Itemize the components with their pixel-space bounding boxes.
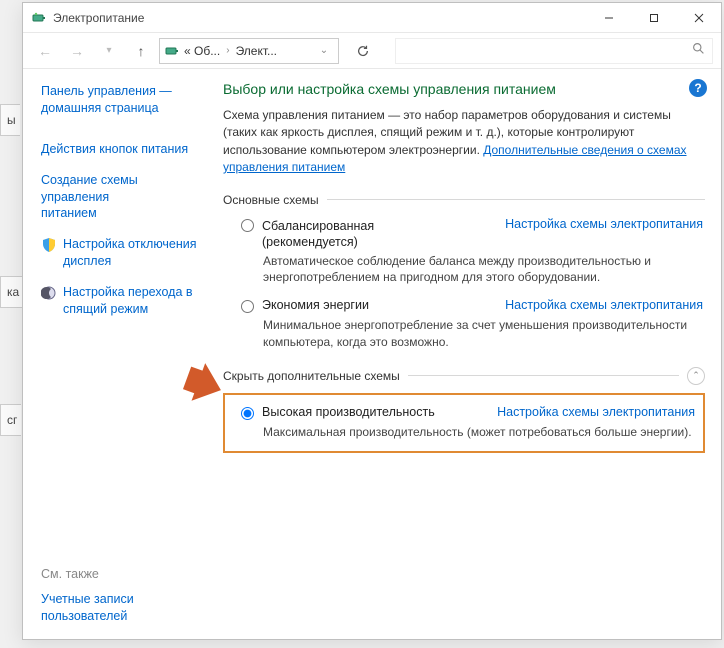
- plan-saver: Экономия энергии Настройка схемы электро…: [223, 296, 705, 361]
- bg-fragment: ы: [0, 104, 20, 136]
- breadcrumb-seg[interactable]: Элект...: [236, 44, 277, 58]
- breadcrumb-seg[interactable]: « Об...: [184, 44, 220, 58]
- divider: [327, 199, 705, 200]
- refresh-button[interactable]: [349, 38, 377, 64]
- collapse-button[interactable]: ⌃: [687, 367, 705, 385]
- section-main-plans: Основные схемы: [223, 193, 705, 207]
- see-also-heading: См. также: [41, 567, 207, 581]
- sidebar-link-text: Настройка отключения: [63, 237, 197, 251]
- close-button[interactable]: [676, 3, 721, 33]
- plan-recommended: (рекомендуется): [262, 235, 374, 249]
- control-panel-window: Электропитание ← → ▾ ↑ « Об... › Элект..…: [22, 2, 722, 640]
- sidebar-link-text: спящий режим: [63, 302, 148, 316]
- sidebar-link-text: Учетные записи: [41, 592, 134, 606]
- sidebar-link-text: дисплея: [63, 254, 111, 268]
- plan-balanced: Сбалансированная (рекомендуется) Настрой…: [223, 215, 705, 297]
- plan-name: Сбалансированная: [262, 219, 374, 233]
- navigation-bar: ← → ▾ ↑ « Об... › Элект... ⌄: [23, 33, 721, 69]
- sidebar-link-text: пользователей: [41, 609, 127, 623]
- sidebar-link-text: Настройка перехода в: [63, 285, 193, 299]
- bg-fragment: ка: [0, 276, 23, 308]
- power-options-icon: [31, 10, 47, 26]
- sidebar-link-buttons[interactable]: Действия кнопок питания: [41, 141, 207, 158]
- plan-desc: Автоматическое соблюдение баланса между …: [263, 253, 703, 287]
- sidebar-link-text: Действия кнопок питания: [41, 142, 188, 156]
- moon-icon: [41, 285, 57, 301]
- section-extra-plans[interactable]: Скрыть дополнительные схемы ⌃: [223, 367, 705, 385]
- sidebar: Панель управления — домашняя страница Де…: [23, 69, 219, 639]
- intro-text: Схема управления питанием — это набор па…: [223, 107, 705, 177]
- sidebar-link-text: питанием: [41, 206, 97, 220]
- minimize-button[interactable]: [586, 3, 631, 33]
- highlighted-plan-box: Высокая производительность Настройка схе…: [223, 393, 705, 453]
- window-title: Электропитание: [53, 11, 586, 25]
- recent-dropdown[interactable]: ▾: [95, 37, 123, 65]
- sidebar-link-text: Панель управления —: [41, 84, 172, 98]
- plan-name: Экономия энергии: [262, 298, 369, 312]
- plan-desc: Максимальная производительность (может п…: [263, 424, 695, 441]
- sidebar-link-text: домашняя страница: [41, 101, 159, 115]
- plan-radio-performance[interactable]: [241, 407, 254, 420]
- search-box[interactable]: [395, 38, 713, 64]
- search-input[interactable]: [402, 44, 690, 58]
- plan-settings-link[interactable]: Настройка схемы электропитания: [497, 405, 695, 419]
- section-label: Скрыть дополнительные схемы: [223, 369, 400, 383]
- plan-radio-saver[interactable]: [241, 300, 254, 313]
- sidebar-link-sleep[interactable]: Настройка перехода в спящий режим: [41, 284, 207, 318]
- sidebar-home[interactable]: Панель управления — домашняя страница: [41, 83, 207, 117]
- section-label: Основные схемы: [223, 193, 319, 207]
- plan-radio-balanced[interactable]: [241, 219, 254, 232]
- page-title: Выбор или настройка схемы управления пит…: [223, 81, 705, 97]
- power-options-icon: [164, 43, 180, 59]
- plan-desc: Минимальное энергопотребление за счет ум…: [263, 317, 703, 351]
- plan-performance: Высокая производительность Настройка схе…: [231, 403, 697, 441]
- forward-button[interactable]: →: [63, 37, 91, 65]
- chevron-down-icon[interactable]: ⌄: [314, 45, 334, 56]
- window-body: Панель управления — домашняя страница Де…: [23, 69, 721, 639]
- bg-fragment: сг: [0, 404, 21, 436]
- main-content: ? Выбор или настройка схемы управления п…: [219, 69, 721, 639]
- up-button[interactable]: ↑: [127, 37, 155, 65]
- maximize-button[interactable]: [631, 3, 676, 33]
- search-icon[interactable]: [690, 42, 706, 60]
- chevron-up-icon: ⌃: [692, 370, 700, 381]
- divider: [408, 375, 679, 376]
- chevron-right-icon: ›: [224, 45, 231, 56]
- sidebar-link-display[interactable]: Настройка отключения дисплея: [41, 236, 207, 270]
- back-button[interactable]: ←: [31, 37, 59, 65]
- help-button[interactable]: ?: [689, 79, 707, 97]
- plan-settings-link[interactable]: Настройка схемы электропитания: [505, 298, 703, 312]
- plan-name: Высокая производительность: [262, 405, 435, 419]
- sidebar-link-create-plan[interactable]: Создание схемы управления питанием: [41, 172, 207, 223]
- titlebar: Электропитание: [23, 3, 721, 33]
- window-controls: [586, 3, 721, 33]
- sidebar-link-accounts[interactable]: Учетные записи пользователей: [41, 591, 207, 625]
- shield-icon: [41, 237, 57, 253]
- sidebar-link-text: Создание схемы управления: [41, 173, 138, 204]
- plan-settings-link[interactable]: Настройка схемы электропитания: [505, 217, 703, 231]
- breadcrumb[interactable]: « Об... › Элект... ⌄: [159, 38, 339, 64]
